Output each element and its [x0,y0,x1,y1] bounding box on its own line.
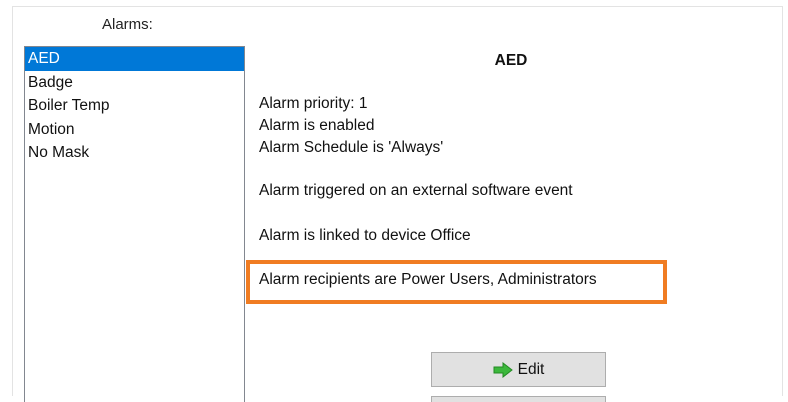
frame-border-left [12,6,13,396]
frame-border-right [782,6,783,396]
alarm-linked-device-text: Alarm is linked to device Office [259,227,471,244]
alarm-list-item-aed[interactable]: AED [25,47,244,71]
alarm-priority-text: Alarm priority: 1 [259,95,368,112]
alarms-label: Alarms: [102,16,153,33]
alarm-list[interactable]: AED Badge Boiler Temp Motion No Mask [24,46,245,402]
frame-border-top [12,6,783,7]
recipients-highlight-box [246,260,667,304]
alarm-configuration-window: Alarms: AED Badge Boiler Temp Motion No … [0,0,788,402]
alarm-enabled-text: Alarm is enabled [259,117,375,134]
green-right-arrow-icon [493,361,513,378]
alarm-detail-title: AED [494,52,528,69]
alarm-schedule-text: Alarm Schedule is 'Always' [259,139,444,156]
secondary-button[interactable] [431,396,606,402]
alarm-trigger-text: Alarm triggered on an external software … [259,182,573,199]
edit-button-label: Edit [517,360,545,378]
alarm-list-item-boiler-temp[interactable]: Boiler Temp [25,94,244,118]
alarm-list-item-badge[interactable]: Badge [25,71,244,95]
edit-button[interactable]: Edit [431,352,606,387]
alarm-list-item-no-mask[interactable]: No Mask [25,141,244,165]
alarm-list-item-motion[interactable]: Motion [25,118,244,142]
